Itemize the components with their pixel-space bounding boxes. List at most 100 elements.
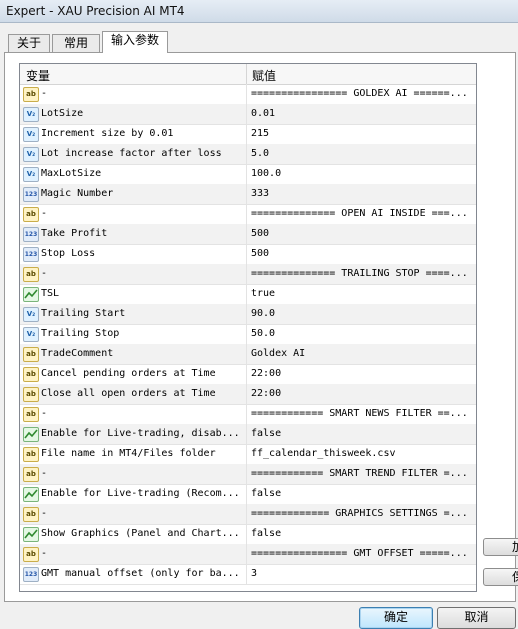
variable-cell[interactable]: ab - <box>20 464 247 484</box>
variable-cell[interactable]: V₂ MaxLotSize <box>20 164 247 184</box>
value-cell[interactable]: 500 <box>247 224 476 244</box>
variable-value[interactable]: 500 <box>251 248 269 259</box>
value-cell[interactable]: false <box>247 524 476 544</box>
table-row[interactable]: V₂ Trailing Stop 50.0 <box>20 324 476 345</box>
variable-value[interactable]: 100.0 <box>251 168 281 179</box>
variable-cell[interactable]: Show Graphics (Panel and Chart... <box>20 524 247 544</box>
variable-value[interactable]: 50.0 <box>251 328 275 339</box>
table-row[interactable]: V₂ Trailing Start 90.0 <box>20 304 476 325</box>
table-row[interactable]: ab File name in MT4/Files folder ff_calend… <box>20 444 476 465</box>
tab-common[interactable]: 常用 <box>52 34 100 53</box>
value-cell[interactable]: 5.0 <box>247 144 476 164</box>
table-row[interactable]: ab Close all open orders at Time 22:00 <box>20 384 476 405</box>
table-row[interactable]: TSL true <box>20 284 476 305</box>
variable-value[interactable]: ============== OPEN AI INSIDE ===... <box>251 208 468 219</box>
value-cell[interactable]: 90.0 <box>247 304 476 324</box>
variable-cell[interactable]: ab File name in MT4/Files folder <box>20 444 247 464</box>
variable-cell[interactable]: ab - <box>20 204 247 224</box>
variable-value[interactable]: 215 <box>251 128 269 139</box>
table-row[interactable]: V₂ MaxLotSize 100.0 <box>20 164 476 185</box>
variable-value[interactable]: ff_calendar_thisweek.csv <box>251 448 396 459</box>
variable-cell[interactable]: 123 Take Profit <box>20 224 247 244</box>
variable-value[interactable]: true <box>251 288 275 299</box>
value-cell[interactable]: ================ GOLDEX AI ======... <box>247 84 476 104</box>
variable-value[interactable]: 5.0 <box>251 148 269 159</box>
ok-button[interactable]: 确定 <box>359 607 433 629</box>
table-row[interactable]: Enable for Live-trading (Recom... false <box>20 484 476 505</box>
header-divider[interactable] <box>246 64 247 84</box>
variable-value[interactable]: ============= GRAPHICS SETTINGS =... <box>251 508 468 519</box>
header-variable[interactable]: 变量 <box>26 67 50 84</box>
variable-value[interactable]: false <box>251 528 281 539</box>
variable-value[interactable]: 22:00 <box>251 388 281 399</box>
variable-cell[interactable]: V₂ LotSize <box>20 104 247 124</box>
value-cell[interactable]: 0.01 <box>247 104 476 124</box>
variable-value[interactable]: ============== TRAILING STOP ====... <box>251 268 468 279</box>
variable-cell[interactable]: 123 Stop Loss <box>20 244 247 264</box>
value-cell[interactable]: Goldex AI <box>247 344 476 364</box>
table-row[interactable]: 123 GMT manual offset (only for ba... 3 <box>20 564 476 585</box>
table-row[interactable]: ab - ================ GMT OFFSET =====... <box>20 544 476 565</box>
variable-cell[interactable]: TSL <box>20 284 247 304</box>
variable-cell[interactable]: V₂ Increment size by 0.01 <box>20 124 247 144</box>
variable-value[interactable]: Goldex AI <box>251 348 305 359</box>
load-button[interactable]: 加 <box>483 538 518 556</box>
table-row[interactable]: Show Graphics (Panel and Chart... false <box>20 524 476 545</box>
value-cell[interactable]: ============= GRAPHICS SETTINGS =... <box>247 504 476 524</box>
value-cell[interactable]: 22:00 <box>247 364 476 384</box>
variable-cell[interactable]: V₂ Trailing Stop <box>20 324 247 344</box>
value-cell[interactable]: 3 <box>247 564 476 584</box>
variable-cell[interactable]: ab Close all open orders at Time <box>20 384 247 404</box>
variable-cell[interactable]: 123 Magic Number <box>20 184 247 204</box>
variable-cell[interactable]: V₂ Trailing Start <box>20 304 247 324</box>
table-row[interactable]: 123 Take Profit 500 <box>20 224 476 245</box>
variable-value[interactable]: ============ SMART NEWS FILTER ==... <box>251 408 468 419</box>
variable-cell[interactable]: ab - <box>20 544 247 564</box>
header-value[interactable]: 赋值 <box>252 67 276 84</box>
variable-value[interactable]: 22:00 <box>251 368 281 379</box>
table-row[interactable]: V₂ Lot increase factor after loss 5.0 <box>20 144 476 165</box>
table-row[interactable]: ab - ============ SMART TREND FILTER =... <box>20 464 476 485</box>
table-row[interactable]: V₂ Increment size by 0.01 215 <box>20 124 476 145</box>
variable-cell[interactable]: ab TradeComment <box>20 344 247 364</box>
table-row[interactable]: ab - ============== OPEN AI INSIDE ===... <box>20 204 476 225</box>
variable-cell[interactable]: Enable for Live-trading, disab... <box>20 424 247 444</box>
variable-value[interactable]: 500 <box>251 228 269 239</box>
table-row[interactable]: ab - ============== TRAILING STOP ====... <box>20 264 476 285</box>
value-cell[interactable]: 500 <box>247 244 476 264</box>
tab-inputs[interactable]: 输入参数 <box>102 31 168 53</box>
table-row[interactable]: ab - ============ SMART NEWS FILTER ==... <box>20 404 476 425</box>
value-cell[interactable]: 22:00 <box>247 384 476 404</box>
table-row[interactable]: ab TradeComment Goldex AI <box>20 344 476 365</box>
value-cell[interactable]: 215 <box>247 124 476 144</box>
table-row[interactable]: 123 Stop Loss 500 <box>20 244 476 265</box>
variable-value[interactable]: ============ SMART TREND FILTER =... <box>251 468 468 479</box>
value-cell[interactable]: ============== OPEN AI INSIDE ===... <box>247 204 476 224</box>
variable-value[interactable]: false <box>251 488 281 499</box>
variable-cell[interactable]: ab Cancel pending orders at Time <box>20 364 247 384</box>
variable-value[interactable]: false <box>251 428 281 439</box>
variable-value[interactable]: 0.01 <box>251 108 275 119</box>
variable-cell[interactable]: ab - <box>20 84 247 104</box>
value-cell[interactable]: true <box>247 284 476 304</box>
table-row[interactable]: ab - ================ GOLDEX AI ======... <box>20 84 476 105</box>
cancel-button[interactable]: 取消 <box>437 607 516 629</box>
table-row[interactable]: Enable for Live-trading, disab... false <box>20 424 476 445</box>
value-cell[interactable]: 333 <box>247 184 476 204</box>
value-cell[interactable]: 100.0 <box>247 164 476 184</box>
table-row[interactable]: ab - ============= GRAPHICS SETTINGS =... <box>20 504 476 525</box>
save-button[interactable]: 保 <box>483 568 518 586</box>
tab-about[interactable]: 关于 <box>8 34 50 53</box>
variable-cell[interactable]: V₂ Lot increase factor after loss <box>20 144 247 164</box>
variable-value[interactable]: 3 <box>251 568 257 579</box>
table-row[interactable]: ab Cancel pending orders at Time 22:00 <box>20 364 476 385</box>
value-cell[interactable]: false <box>247 484 476 504</box>
table-row[interactable]: V₂ LotSize 0.01 <box>20 104 476 125</box>
variable-cell[interactable]: 123 GMT manual offset (only for ba... <box>20 564 247 584</box>
value-cell[interactable]: false <box>247 424 476 444</box>
variable-value[interactable]: 333 <box>251 188 269 199</box>
variable-value[interactable]: 90.0 <box>251 308 275 319</box>
variable-cell[interactable]: ab - <box>20 504 247 524</box>
variable-value[interactable]: ================ GOLDEX AI ======... <box>251 88 468 99</box>
variable-cell[interactable]: ab - <box>20 264 247 284</box>
